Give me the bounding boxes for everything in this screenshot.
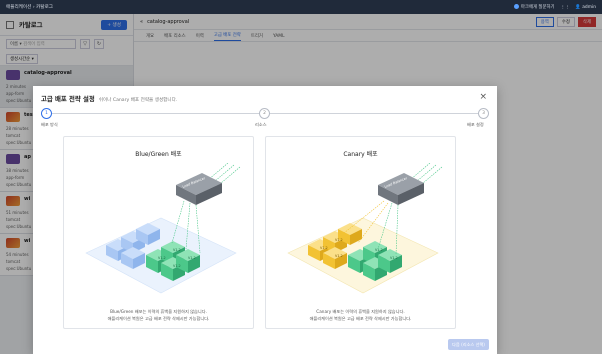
breadcrumb[interactable]: 애플리케이션 › 카탈로그 [6, 4, 53, 10]
wizard-stepper: 1 2 3 배포 방식 리소스 배포 설정 [41, 108, 489, 128]
blue-green-title: Blue/Green 배포 [135, 151, 182, 158]
blue-green-illustration: V1.2 V1.2 V1.2 V1.2 Load Balancer [85, 163, 241, 294]
pod-label: V1.2 [158, 256, 166, 260]
chat-icon [513, 4, 519, 9]
user-menu[interactable]: 👤 admin [575, 5, 596, 10]
pod-label: V1.2 [173, 248, 181, 252]
pod-label: V1.2 [188, 256, 196, 260]
apps-grid-icon[interactable]: ⋮⋮ [561, 5, 570, 10]
pod-label: V1.2 [173, 264, 181, 268]
step-3-node: 3 [478, 108, 489, 119]
canary-illustration: V1.2 V1.2 V1.2 V1.2 V1.2 Load Balancer [287, 163, 443, 294]
pod-label: V1.2 [320, 246, 328, 250]
step-2-label: 리소스 [255, 122, 267, 127]
pod-label: V1.2 [335, 254, 343, 258]
blue-green-description: Blue/Green 배포는 이력의 휴백을 지원하지 않습니다. 애플리케이션… [107, 309, 210, 321]
pod-label: V1.2 [375, 248, 383, 252]
blue-green-card[interactable]: Blue/Green 배포 V1.2 V1.2 V1.2 V1.2 Load B… [63, 136, 254, 329]
pod-label: V1.2 [390, 256, 398, 260]
canary-title: Canary 배포 [343, 151, 378, 158]
close-icon[interactable]: × [479, 92, 487, 102]
step-3-label: 배포 설정 [467, 122, 484, 127]
modal-title: 고급 배포 전략 설정 쉬이나 Canary 배포 전략을 생성합니다. [41, 95, 178, 103]
modal-subtitle: 쉬이나 Canary 배포 전략을 생성합니다. [98, 98, 178, 103]
top-bar: 애플리케이션 › 카탈로그 마크에게 질문하기 ⋮⋮ 👤 admin [0, 0, 602, 14]
pod-label: V1.2 [335, 238, 343, 242]
help-link[interactable]: 마크에게 질문하기 [513, 4, 555, 10]
step-1-node: 1 [41, 108, 52, 119]
advanced-deploy-modal: 고급 배포 전략 설정 쉬이나 Canary 배포 전략을 생성합니다. × 1 … [33, 86, 497, 354]
next-step-button[interactable]: 다음 (리소스 선택) [448, 339, 489, 350]
step-1-label: 배포 방식 [41, 122, 58, 127]
step-2-node: 2 [259, 108, 270, 119]
canary-description: Canary 배포는 이력의 휴백을 지원하지 않습니다. 애플리케이션 복원은… [309, 309, 412, 321]
canary-card[interactable]: Canary 배포 V1.2 V1.2 V1.2 V1.2 V1.2 Load … [265, 136, 456, 329]
